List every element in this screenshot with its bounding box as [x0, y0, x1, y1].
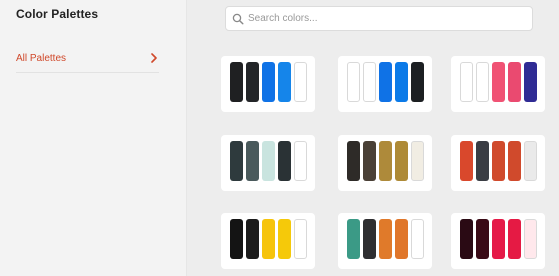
color-swatch [294, 141, 307, 181]
sidebar: Color Palettes All Palettes [0, 0, 187, 276]
color-swatch [379, 62, 392, 102]
color-swatch [460, 219, 473, 259]
color-swatch [508, 141, 521, 181]
palette-card[interactable] [221, 135, 315, 191]
color-swatch [246, 141, 259, 181]
palette-card[interactable] [221, 213, 315, 269]
color-swatch [347, 62, 360, 102]
palette-card[interactable] [451, 56, 545, 112]
main-content [187, 0, 559, 276]
color-swatch [363, 141, 376, 181]
color-swatch [460, 62, 473, 102]
sidebar-item-all-palettes[interactable]: All Palettes [16, 44, 159, 73]
color-swatch [524, 62, 537, 102]
search-icon [232, 13, 244, 25]
color-swatch [246, 62, 259, 102]
color-swatch [492, 62, 505, 102]
color-swatch [395, 219, 408, 259]
color-swatch [230, 219, 243, 259]
color-swatch [379, 219, 392, 259]
color-swatch [395, 141, 408, 181]
color-swatch [262, 219, 275, 259]
color-swatch [508, 62, 521, 102]
search-bar[interactable] [225, 6, 533, 31]
color-swatch [278, 219, 291, 259]
color-swatch [476, 219, 489, 259]
app-window: Color Palettes All Palettes [0, 0, 559, 276]
color-swatch [347, 141, 360, 181]
color-swatch [230, 141, 243, 181]
color-swatch [379, 141, 392, 181]
color-swatch [262, 62, 275, 102]
color-swatch [246, 219, 259, 259]
color-swatch [363, 219, 376, 259]
swatch-row [230, 219, 307, 259]
color-swatch [262, 141, 275, 181]
color-swatch [524, 141, 537, 181]
palette-card[interactable] [338, 135, 432, 191]
color-swatch [411, 219, 424, 259]
color-swatch [347, 219, 360, 259]
color-swatch [411, 141, 424, 181]
swatch-row [230, 62, 307, 102]
swatch-row [347, 141, 424, 181]
palette-card[interactable] [221, 56, 315, 112]
palette-card[interactable] [451, 135, 545, 191]
swatch-row [347, 219, 424, 259]
color-swatch [363, 62, 376, 102]
palette-card[interactable] [451, 213, 545, 269]
chevron-right-icon [149, 53, 159, 63]
color-swatch [294, 62, 307, 102]
color-swatch [278, 62, 291, 102]
search-input[interactable] [248, 13, 528, 24]
swatch-row [460, 141, 537, 181]
color-swatch [411, 62, 424, 102]
swatch-row [347, 62, 424, 102]
color-swatch [395, 62, 408, 102]
palette-card[interactable] [338, 56, 432, 112]
color-swatch [508, 219, 521, 259]
swatch-row [460, 62, 537, 102]
sidebar-item-label: All Palettes [16, 52, 67, 64]
swatch-row [230, 141, 307, 181]
color-swatch [476, 141, 489, 181]
color-swatch [492, 219, 505, 259]
color-swatch [524, 219, 537, 259]
color-swatch [294, 219, 307, 259]
sidebar-title: Color Palettes [16, 7, 99, 21]
color-swatch [230, 62, 243, 102]
color-swatch [476, 62, 489, 102]
color-swatch [278, 141, 291, 181]
swatch-row [460, 219, 537, 259]
color-swatch [460, 141, 473, 181]
color-swatch [492, 141, 505, 181]
palette-card[interactable] [338, 213, 432, 269]
